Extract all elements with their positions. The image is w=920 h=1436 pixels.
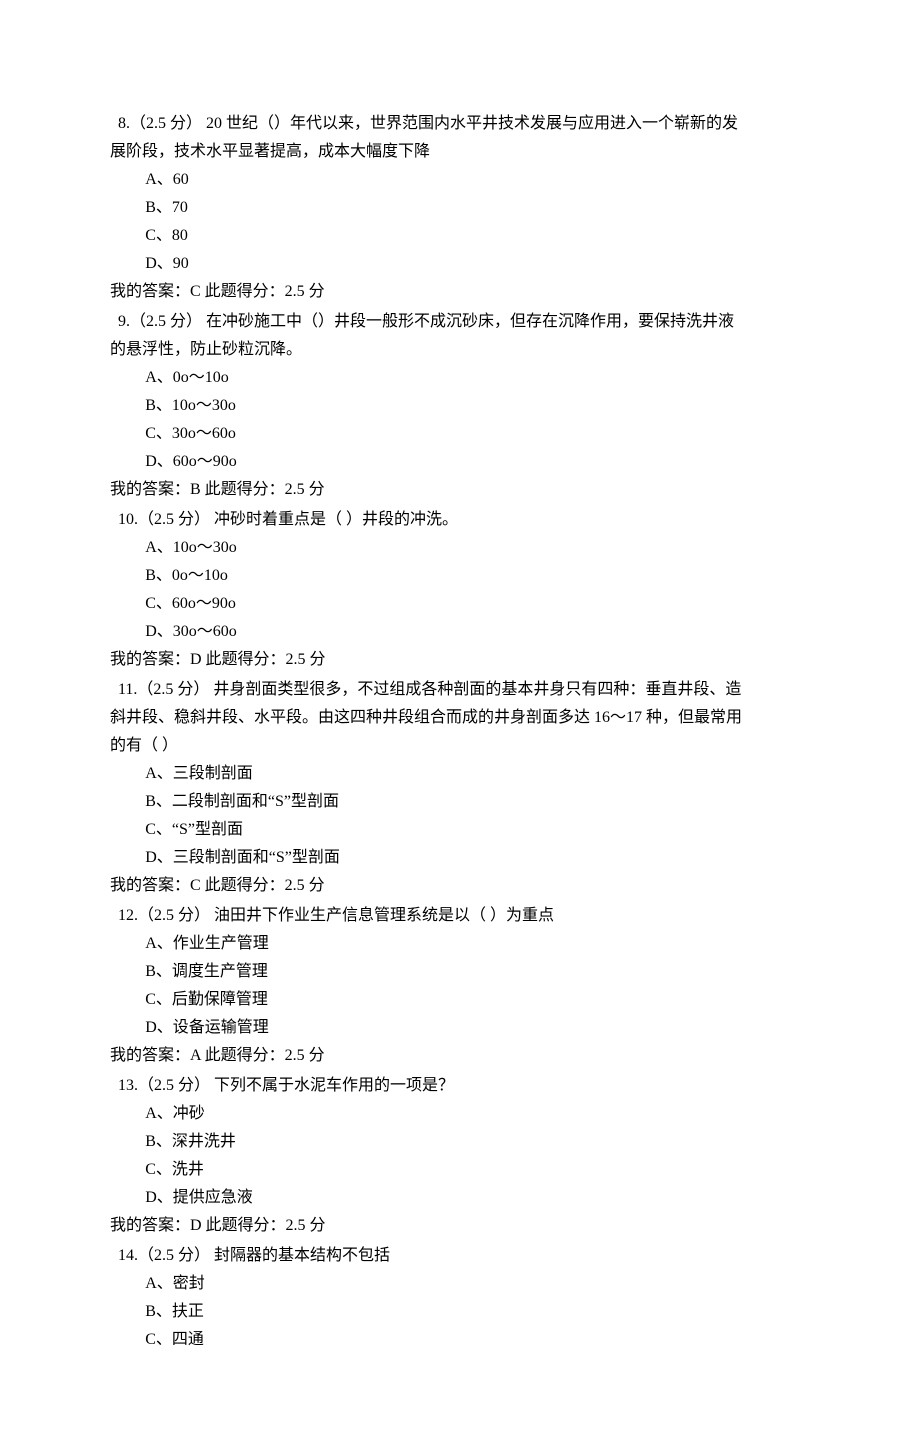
question-14: 14.（2.5 分） 封隔器的基本结构不包括 A、密封 B、扶正 C、四通 xyxy=(110,1242,810,1354)
option-a: A、冲砂 xyxy=(110,1100,810,1128)
option-c: C、后勤保障管理 xyxy=(110,986,810,1014)
question-11: 11.（2.5 分） 井身剖面类型很多，不过组成各种剖面的基本井身只有四种：垂直… xyxy=(110,676,810,900)
question-stem-cont: 斜井段、稳斜井段、水平段。由这四种井段组合而成的井身剖面多达 16～17 种，但… xyxy=(110,704,810,732)
question-stem: 9.（2.5 分） 在冲砂施工中（）井段一般形不成沉砂床，但存在沉降作用，要保持… xyxy=(110,308,810,336)
question-stem: 12.（2.5 分） 油田井下作业生产信息管理系统是以（ ）为重点 xyxy=(110,902,810,930)
question-stem-cont: 展阶段，技术水平显著提高，成本大幅度下降 xyxy=(110,138,810,166)
answer-line: 我的答案：C 此题得分：2.5 分 xyxy=(110,872,810,900)
option-b: B、扶正 xyxy=(110,1298,810,1326)
question-stem: 8.（2.5 分） 20 世纪（）年代以来，世界范围内水平井技术发展与应用进入一… xyxy=(110,110,810,138)
question-stem: 14.（2.5 分） 封隔器的基本结构不包括 xyxy=(110,1242,810,1270)
option-b: B、0o～10o xyxy=(110,562,810,590)
option-d: D、提供应急液 xyxy=(110,1184,810,1212)
question-8: 8.（2.5 分） 20 世纪（）年代以来，世界范围内水平井技术发展与应用进入一… xyxy=(110,110,810,306)
option-b: B、二段制剖面和“S”型剖面 xyxy=(110,788,810,816)
option-a: A、10o～30o xyxy=(110,534,810,562)
question-10: 10.（2.5 分） 冲砂时着重点是（ ）井段的冲洗。 A、10o～30o B、… xyxy=(110,506,810,674)
option-b: B、调度生产管理 xyxy=(110,958,810,986)
document-page: 8.（2.5 分） 20 世纪（）年代以来，世界范围内水平井技术发展与应用进入一… xyxy=(0,0,920,1436)
answer-line: 我的答案：D 此题得分：2.5 分 xyxy=(110,646,810,674)
option-b: B、70 xyxy=(110,194,810,222)
answer-line: 我的答案：D 此题得分：2.5 分 xyxy=(110,1212,810,1240)
option-b: B、深井洗井 xyxy=(110,1128,810,1156)
option-c: C、30o～60o xyxy=(110,420,810,448)
question-stem: 10.（2.5 分） 冲砂时着重点是（ ）井段的冲洗。 xyxy=(110,506,810,534)
option-a: A、密封 xyxy=(110,1270,810,1298)
question-stem-cont: 的悬浮性，防止砂粒沉降。 xyxy=(110,336,810,364)
question-13: 13.（2.5 分） 下列不属于水泥车作用的一项是？ A、冲砂 B、深井洗井 C… xyxy=(110,1072,810,1240)
option-c: C、四通 xyxy=(110,1326,810,1354)
option-c: C、80 xyxy=(110,222,810,250)
answer-line: 我的答案：C 此题得分：2.5 分 xyxy=(110,278,810,306)
option-a: A、0o～10o xyxy=(110,364,810,392)
question-stem: 11.（2.5 分） 井身剖面类型很多，不过组成各种剖面的基本井身只有四种：垂直… xyxy=(110,676,810,704)
option-a: A、三段制剖面 xyxy=(110,760,810,788)
question-stem-cont2: 的有（ ） xyxy=(110,732,810,760)
option-d: D、设备运输管理 xyxy=(110,1014,810,1042)
question-12: 12.（2.5 分） 油田井下作业生产信息管理系统是以（ ）为重点 A、作业生产… xyxy=(110,902,810,1070)
option-a: A、作业生产管理 xyxy=(110,930,810,958)
option-c: C、洗井 xyxy=(110,1156,810,1184)
option-d: D、30o～60o xyxy=(110,618,810,646)
answer-line: 我的答案：B 此题得分：2.5 分 xyxy=(110,476,810,504)
option-d: D、三段制剖面和“S”型剖面 xyxy=(110,844,810,872)
option-d: D、90 xyxy=(110,250,810,278)
question-stem: 13.（2.5 分） 下列不属于水泥车作用的一项是？ xyxy=(110,1072,810,1100)
option-c: C、“S”型剖面 xyxy=(110,816,810,844)
option-a: A、60 xyxy=(110,166,810,194)
question-9: 9.（2.5 分） 在冲砂施工中（）井段一般形不成沉砂床，但存在沉降作用，要保持… xyxy=(110,308,810,504)
option-c: C、60o～90o xyxy=(110,590,810,618)
option-d: D、60o～90o xyxy=(110,448,810,476)
option-b: B、10o～30o xyxy=(110,392,810,420)
answer-line: 我的答案：A 此题得分：2.5 分 xyxy=(110,1042,810,1070)
